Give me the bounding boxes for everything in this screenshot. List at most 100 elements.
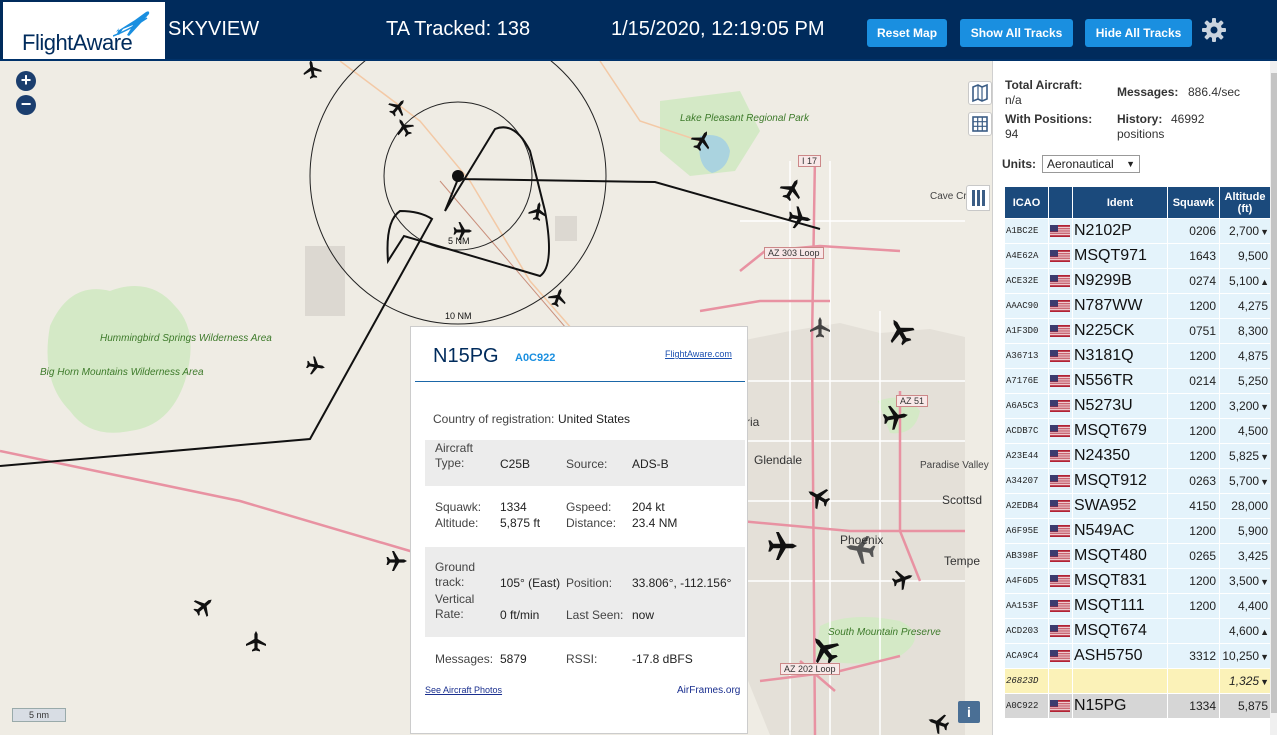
altitude-cell: 5,825▼ xyxy=(1219,443,1271,469)
table-header-row: ICAO Ident Squawk Altitude (ft) xyxy=(1004,186,1271,219)
table-row[interactable]: 26823D 1,325▼ xyxy=(1004,668,1271,694)
table-row[interactable]: ACA9C4 ASH5750 3312 10,250▼ xyxy=(1004,643,1271,669)
table-row[interactable]: A2EDB4 SWA952 4150 28,000 xyxy=(1004,493,1271,519)
table-row[interactable]: AA153F MSQT111 1200 4,400 xyxy=(1004,593,1271,619)
zoom-in-button[interactable]: + xyxy=(16,71,36,91)
table-row[interactable]: ACE32E N9299B 0274 5,100▲ xyxy=(1004,268,1271,294)
table-row[interactable]: AB398F MSQT480 0265 3,425 xyxy=(1004,543,1271,569)
flag-cell xyxy=(1048,643,1073,669)
info-icon[interactable]: i xyxy=(958,701,980,723)
icao-cell: ACA9C4 xyxy=(1004,643,1049,669)
grid-overlay-icon[interactable] xyxy=(968,112,992,136)
total-aircraft-value: n/a xyxy=(1005,93,1022,107)
country-label: Country of registration: xyxy=(433,412,555,426)
icao-cell: AB398F xyxy=(1004,543,1049,569)
squawk-cell: 0274 xyxy=(1167,268,1220,294)
sidebar-scrollbar[interactable] xyxy=(1270,61,1277,735)
ident-cell: N225CK xyxy=(1072,318,1168,344)
table-row[interactable]: A4F6D5 MSQT831 1200 3,500▼ xyxy=(1004,568,1271,594)
altitude-value: 4,275 xyxy=(1237,299,1268,313)
flightaware-logo[interactable]: FlightAware xyxy=(3,2,165,59)
map-label-paradise-valley: Paradise Valley xyxy=(920,460,989,471)
altitude-value: 5,700 xyxy=(1229,474,1260,488)
table-row[interactable]: A4E62A MSQT971 1643 9,500 xyxy=(1004,243,1271,269)
ident-cell: N2102P xyxy=(1072,218,1168,244)
us-flag-icon xyxy=(1050,250,1070,262)
hide-all-tracks-button[interactable]: Hide All Tracks xyxy=(1085,19,1192,47)
altitude-cell: 8,300 xyxy=(1219,318,1271,344)
column-header-flag[interactable] xyxy=(1048,186,1073,219)
distance-label: Distance: xyxy=(566,516,617,530)
altitude-value: 5,900 xyxy=(1237,524,1268,538)
table-row[interactable]: A1BC2E N2102P 0206 2,700▼ xyxy=(1004,218,1271,244)
table-row[interactable]: A1F3D0 N225CK 0751 8,300 xyxy=(1004,318,1271,344)
altitude-cell: 5,875 xyxy=(1219,693,1271,719)
us-flag-icon xyxy=(1050,625,1070,637)
altitude-value: 3,200 xyxy=(1229,399,1260,413)
column-header-ident[interactable]: Ident xyxy=(1072,186,1168,219)
units-select[interactable]: Aeronautical ▼ xyxy=(1042,155,1140,173)
current-datetime: 1/15/2020, 12:19:05 PM xyxy=(611,18,825,40)
flag-cell xyxy=(1048,468,1073,494)
altitude-cell: 4,400 xyxy=(1219,593,1271,619)
flag-cell xyxy=(1048,693,1073,719)
history-unit: positions xyxy=(1117,127,1165,141)
gear-icon[interactable] xyxy=(1201,17,1227,43)
table-row[interactable]: ACDB7C MSQT679 1200 4,500 xyxy=(1004,418,1271,444)
altitude-value: 3,425 xyxy=(1237,549,1268,563)
gspeed-label: Gspeed: xyxy=(566,500,612,514)
see-aircraft-photos-link[interactable]: See Aircraft Photos xyxy=(425,685,502,695)
source-label: Source: xyxy=(566,457,608,471)
table-row[interactable]: A0C922 N15PG 1334 5,875 xyxy=(1004,693,1271,719)
table-row[interactable]: A6F95E N549AC 1200 5,900 xyxy=(1004,518,1271,544)
map-scale-bar: 5 nm xyxy=(12,708,66,722)
flag-cell xyxy=(1048,393,1073,419)
altitude-trend-icon: ▼ xyxy=(1260,577,1269,587)
table-row[interactable]: ACD203 MSQT674 4,600▲ xyxy=(1004,618,1271,644)
altitude-value: 3,500 xyxy=(1229,574,1260,588)
altitude-value: 5,875 ft xyxy=(500,516,541,530)
us-flag-icon xyxy=(1050,525,1070,537)
ident-cell: N5273U xyxy=(1072,393,1168,419)
messages-rate-value: 886.4/sec xyxy=(1188,85,1241,99)
altitude-cell: 3,425 xyxy=(1219,543,1271,569)
zoom-out-button[interactable]: − xyxy=(16,95,36,115)
us-flag-icon xyxy=(1050,650,1070,662)
flag-cell xyxy=(1048,543,1073,569)
column-header-altitude[interactable]: Altitude (ft) xyxy=(1219,186,1271,219)
map-layers-icon[interactable] xyxy=(968,81,992,105)
icao-cell: A23E44 xyxy=(1004,443,1049,469)
icao-cell: A6A5C3 xyxy=(1004,393,1049,419)
altitude-cell: 3,500▼ xyxy=(1219,568,1271,594)
altitude-value: 2,700 xyxy=(1229,224,1260,238)
column-header-squawk[interactable]: Squawk xyxy=(1167,186,1220,219)
flightaware-link[interactable]: FlightAware.com xyxy=(665,349,732,359)
reset-map-button[interactable]: Reset Map xyxy=(867,19,947,47)
squawk-cell xyxy=(1167,618,1220,644)
columns-toggle-icon[interactable] xyxy=(966,185,990,211)
table-row[interactable]: A7176E N556TR 0214 5,250 xyxy=(1004,368,1271,394)
us-flag-icon xyxy=(1050,600,1070,612)
map-label-south-mountain: South Mountain Preserve xyxy=(828,627,941,638)
table-row[interactable]: A36713 N3181Q 1200 4,875 xyxy=(1004,343,1271,369)
aircraft-type-value: C25B xyxy=(500,457,531,471)
show-all-tracks-button[interactable]: Show All Tracks xyxy=(960,19,1073,47)
ta-tracked-count: TA Tracked: 138 xyxy=(386,18,531,40)
airframes-link[interactable]: AirFrames.org xyxy=(677,685,740,696)
column-header-icao[interactable]: ICAO xyxy=(1004,186,1049,219)
table-row[interactable]: A34207 MSQT912 0263 5,700▼ xyxy=(1004,468,1271,494)
altitude-cell: 4,500 xyxy=(1219,418,1271,444)
history-value: 46992 xyxy=(1171,112,1205,126)
ident-cell: SWA952 xyxy=(1072,493,1168,519)
icao-cell: ACE32E xyxy=(1004,268,1049,294)
squawk-cell: 1200 xyxy=(1167,393,1220,419)
table-row[interactable]: A6A5C3 N5273U 1200 3,200▼ xyxy=(1004,393,1271,419)
altitude-trend-icon: ▲ xyxy=(1260,277,1269,287)
scrollbar-thumb[interactable] xyxy=(1271,73,1277,713)
icao-cell: A6F95E xyxy=(1004,518,1049,544)
table-row[interactable]: A23E44 N24350 1200 5,825▼ xyxy=(1004,443,1271,469)
us-flag-icon xyxy=(1050,225,1070,237)
table-row[interactable]: AAAC90 N787WW 1200 4,275 xyxy=(1004,293,1271,319)
icao-cell: A2EDB4 xyxy=(1004,493,1049,519)
us-flag-icon xyxy=(1050,300,1070,312)
